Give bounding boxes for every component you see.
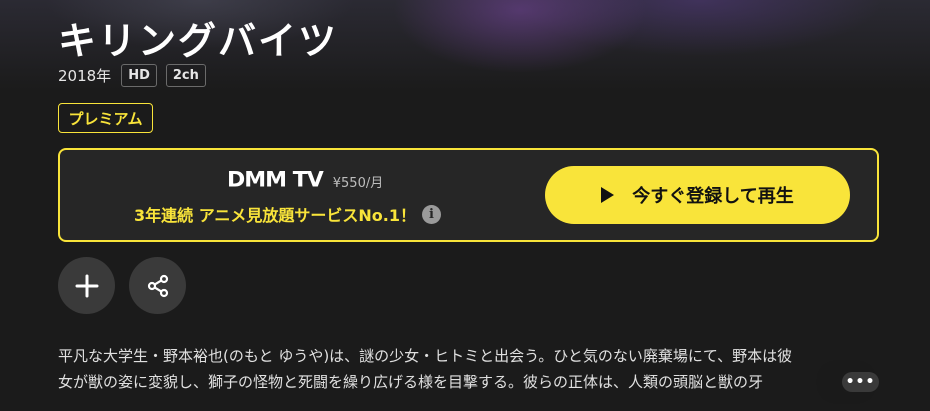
promo-tagline: 3年連続 アニメ見放題サービスNo.1！ i	[134, 202, 441, 226]
add-to-list-button[interactable]	[58, 257, 115, 314]
release-year: 2018年	[58, 67, 112, 85]
expand-description-button[interactable]: •••	[842, 372, 879, 392]
plus-icon	[75, 274, 98, 297]
share-button[interactable]	[129, 257, 186, 314]
play-icon	[601, 187, 615, 203]
meta-row: 2018年 HD 2ch	[58, 64, 215, 87]
description-line-2: 女が獣の姿に変貌し、獅子の怪物と死闘を繰り広げる様を目撃する。彼らの正体は、人類…	[58, 373, 764, 391]
description-line-1: 平凡な大学生・野本裕也(のもと ゆうや)は、謎の少女・ヒトミと出会う。ひと気のな…	[58, 347, 793, 365]
description: 平凡な大学生・野本裕也(のもと ゆうや)は、謎の少女・ヒトミと出会う。ひと気のな…	[58, 343, 878, 395]
hd-badge: HD	[121, 64, 157, 87]
dmm-tv-logo: DMM TV	[227, 168, 324, 193]
audio-badge: 2ch	[165, 64, 206, 87]
promo-tagline-text: 3年連続 アニメ見放題サービスNo.1！	[134, 206, 416, 225]
share-icon	[147, 274, 168, 297]
price-label: ¥550/月	[332, 176, 384, 191]
play-button-label: 今すぐ登録して再生	[632, 186, 794, 207]
subscription-promo: DMM TV ¥550/月 3年連続 アニメ見放題サービスNo.1！ i 今すぐ…	[58, 148, 879, 242]
brand-row: DMM TV ¥550/月	[227, 168, 383, 193]
premium-badge: プレミアム	[58, 103, 153, 133]
subscribe-and-play-button[interactable]: 今すぐ登録して再生	[545, 166, 850, 224]
info-icon[interactable]: i	[421, 204, 441, 224]
page-title: キリングバイツ	[58, 19, 339, 63]
